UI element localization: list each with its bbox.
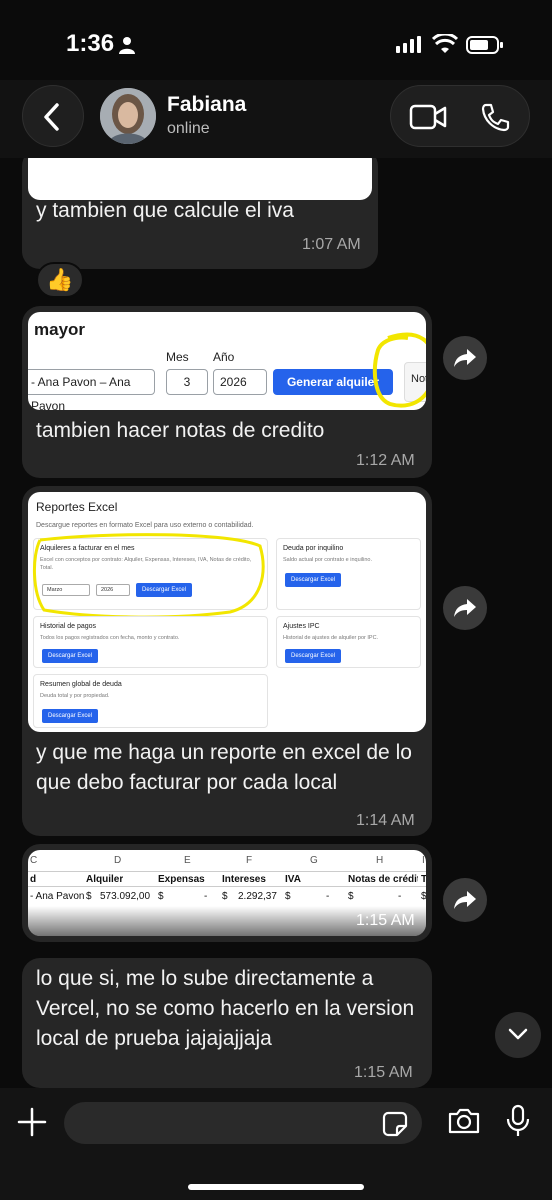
message-time: 1:15 AM	[354, 1064, 413, 1081]
message-image[interactable]: Reportes Excel Descargue reportes en for…	[28, 492, 426, 732]
image-report-card: Historial de pagos Todos los pagos regis…	[33, 616, 268, 668]
image-report-card: Deuda por inquilino Saldo actual por con…	[276, 538, 421, 610]
plus-icon[interactable]	[16, 1106, 48, 1138]
message-time: 1:15 AM	[356, 912, 415, 929]
avatar[interactable]	[100, 88, 156, 144]
message-bubble[interactable]: mayor Mes Año - Ana Pavon – Ana Pavon 3 …	[22, 306, 432, 478]
message-image[interactable]: mayor Mes Año - Ana Pavon – Ana Pavon 3 …	[28, 312, 426, 410]
contact-name[interactable]: Fabiana	[167, 93, 246, 117]
message-time: 1:14 AM	[356, 812, 415, 829]
sheet-data-row: - Ana Pavon $ 573.092,00 $ - $ 2.292,37 …	[30, 891, 426, 902]
highlight-circle	[372, 332, 426, 408]
image-label: Mes	[166, 350, 189, 364]
forward-button[interactable]	[443, 336, 487, 380]
phone-call-icon[interactable]	[481, 102, 511, 132]
chat-area[interactable]: y tambien que calcule el iva 1:07 AM 👍 m…	[0, 158, 552, 1088]
sheet-column-letters: C D E F G H I	[30, 855, 425, 866]
status-bar: 1:36	[0, 0, 552, 90]
forward-button[interactable]	[443, 878, 487, 922]
message-image-partial[interactable]	[28, 158, 372, 200]
wifi-icon	[432, 34, 458, 53]
microphone-icon[interactable]	[505, 1104, 531, 1138]
forward-icon	[454, 349, 476, 367]
message-text: y tambien que calcule el iva	[36, 199, 294, 222]
image-year-input: 2026	[213, 369, 267, 395]
avatar-image	[100, 88, 156, 144]
camera-icon[interactable]	[447, 1107, 481, 1135]
message-image[interactable]: C D E F G H I d Alquiler Expensas Intere…	[28, 850, 426, 936]
contact-status: online	[167, 120, 210, 137]
scroll-down-button[interactable]	[495, 1012, 541, 1058]
input-bar	[0, 1088, 552, 1200]
chevron-down-icon	[508, 1028, 528, 1040]
message-time: 1:07 AM	[302, 236, 361, 253]
highlight-circle	[32, 533, 265, 618]
message-input[interactable]	[80, 1102, 370, 1144]
message-bubble[interactable]: Reportes Excel Descargue reportes en for…	[22, 486, 432, 836]
image-heading: Reportes Excel	[36, 500, 118, 514]
image-report-card: Resumen global de deuda Deuda total y po…	[33, 674, 268, 728]
sheet-header-row: d Alquiler Expensas Intereses IVA Notas …	[28, 871, 426, 887]
message-text: lo que si, me lo sube directamente a Ver…	[36, 967, 415, 1050]
back-button[interactable]	[22, 85, 84, 147]
video-call-icon[interactable]	[409, 104, 447, 130]
message-time: 1:12 AM	[356, 452, 415, 469]
forward-icon	[454, 891, 476, 909]
message-bubble[interactable]: lo que si, me lo sube directamente a Ver…	[22, 958, 432, 1088]
reaction-thumbs-up[interactable]: 👍	[36, 262, 84, 298]
chat-header: Fabiana online	[0, 80, 552, 158]
battery-icon	[466, 36, 503, 54]
image-subtitle: Descargue reportes en formato Excel para…	[36, 522, 254, 529]
sticker-icon[interactable]	[382, 1111, 408, 1137]
message-bubble[interactable]: C D E F G H I d Alquiler Expensas Intere…	[22, 844, 432, 942]
image-heading: mayor	[34, 320, 86, 339]
message-bubble[interactable]: y tambien que calcule el iva 1:07 AM	[22, 158, 378, 269]
image-report-card: Ajustes IPC Historial de ajustes de alqu…	[276, 616, 421, 668]
image-label: Año	[213, 350, 235, 364]
person-icon	[119, 37, 135, 54]
message-text: y que me haga un reporte en excel de lo …	[36, 741, 412, 794]
image-month-select: 3	[166, 369, 208, 395]
image-contract-select: - Ana Pavon – Ana Pavon	[28, 369, 155, 410]
chevron-left-icon	[44, 103, 59, 131]
forward-icon	[454, 599, 476, 617]
signal-icon	[396, 36, 421, 53]
home-indicator	[188, 1184, 364, 1190]
message-input-container[interactable]	[64, 1102, 422, 1144]
forward-button[interactable]	[443, 586, 487, 630]
call-actions	[390, 85, 530, 147]
status-time: 1:36	[66, 30, 115, 57]
message-text: tambien hacer notas de credito	[36, 419, 325, 442]
